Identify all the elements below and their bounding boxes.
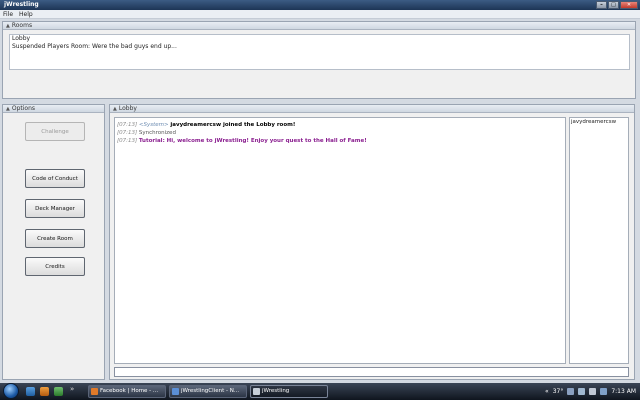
app-icon[interactable] bbox=[54, 387, 63, 396]
options-panel-title: Options bbox=[11, 104, 36, 112]
quick-launch-more-icon[interactable]: » bbox=[70, 385, 74, 393]
window-controls: – □ ✕ bbox=[596, 1, 638, 9]
create-room-button[interactable]: Create Room bbox=[25, 229, 85, 248]
netbeans-icon bbox=[172, 388, 179, 395]
room-item-lobby[interactable]: Lobby bbox=[10, 35, 629, 43]
rooms-panel-header[interactable]: ▲ Rooms bbox=[3, 22, 635, 30]
volume-icon[interactable] bbox=[589, 388, 597, 395]
weather-temperature[interactable]: 37° bbox=[553, 388, 564, 395]
java-window-icon bbox=[253, 388, 260, 395]
options-panel-header[interactable]: ▲ Options bbox=[3, 105, 104, 113]
close-button[interactable]: ✕ bbox=[620, 1, 638, 9]
chat-timestamp: [07:13] bbox=[117, 130, 138, 136]
window-titlebar: jWrestling – □ ✕ bbox=[0, 0, 640, 10]
taskbar-item-jwrestlingclient[interactable]: jWrestlingClient - N... bbox=[169, 385, 247, 398]
menu-file[interactable]: File bbox=[0, 10, 16, 18]
collapse-triangle-icon[interactable]: ▲ bbox=[113, 105, 117, 113]
window-title: jWrestling bbox=[4, 1, 39, 8]
start-button[interactable] bbox=[3, 383, 19, 399]
lobby-panel-title: Lobby bbox=[118, 104, 137, 112]
collapse-triangle-icon[interactable]: ▲ bbox=[6, 105, 10, 113]
chat-timestamp: [07:13] bbox=[117, 122, 138, 128]
chat-message: [07:13] <System> javydreamercsw joined t… bbox=[117, 121, 563, 129]
chat-input[interactable] bbox=[114, 367, 629, 377]
minimize-button[interactable]: – bbox=[596, 1, 607, 9]
user-list[interactable]: javydreamercsw bbox=[569, 117, 629, 364]
maximize-button[interactable]: □ bbox=[608, 1, 619, 9]
taskbar-item-label: Facebook | Home - ... bbox=[100, 388, 159, 394]
network-icon[interactable] bbox=[578, 388, 586, 395]
user-list-item[interactable]: javydreamercsw bbox=[570, 118, 628, 126]
clock[interactable]: 7:13 AM bbox=[611, 388, 636, 395]
rooms-panel: ▲ Rooms Lobby Suspended Players Room: We… bbox=[2, 21, 636, 99]
challenge-button[interactable]: Challenge bbox=[25, 122, 85, 141]
chat-message: [07:13] Synchronized bbox=[117, 129, 563, 137]
taskbar-item-jwrestling[interactable]: jWrestling bbox=[250, 385, 328, 398]
chat-text: Tutorial: Hi, welcome to jWrestling! Enj… bbox=[138, 138, 367, 144]
room-item-suspended[interactable]: Suspended Players Room: Were the bad guy… bbox=[10, 43, 629, 51]
messenger-icon[interactable] bbox=[567, 388, 575, 395]
lobby-panel-header[interactable]: ▲ Lobby bbox=[110, 105, 634, 113]
menu-help[interactable]: Help bbox=[16, 10, 36, 18]
chat-text: javydreamercsw joined the Lobby room! bbox=[170, 122, 296, 128]
show-desktop-icon[interactable] bbox=[26, 387, 35, 396]
tray-expand-icon[interactable]: « bbox=[545, 388, 549, 395]
monitor-icon[interactable] bbox=[600, 388, 608, 395]
chat-timestamp: [07:13] bbox=[117, 138, 138, 144]
taskbar: » Facebook | Home - ... jWrestlingClient… bbox=[0, 383, 640, 400]
chat-sender: <System> bbox=[138, 122, 169, 128]
deck-manager-button[interactable]: Deck Manager bbox=[25, 199, 85, 218]
system-tray: « 37° 7:13 AM bbox=[480, 383, 640, 400]
credits-button[interactable]: Credits bbox=[25, 257, 85, 276]
collapse-triangle-icon[interactable]: ▲ bbox=[6, 22, 10, 30]
firefox-icon bbox=[91, 388, 98, 395]
rooms-list[interactable]: Lobby Suspended Players Room: Were the b… bbox=[9, 34, 630, 70]
chat-text: Synchronized bbox=[138, 130, 176, 136]
browser-icon[interactable] bbox=[40, 387, 49, 396]
taskbar-item-label: jWrestlingClient - N... bbox=[181, 388, 240, 394]
lobby-panel: ▲ Lobby [07:13] <System> javydreamercsw … bbox=[109, 104, 635, 380]
menu-bar: File Help bbox=[0, 10, 640, 19]
code-of-conduct-button[interactable]: Code of Conduct bbox=[25, 169, 85, 188]
chat-message: [07:13] Tutorial: Hi, welcome to jWrestl… bbox=[117, 137, 563, 145]
chat-log[interactable]: [07:13] <System> javydreamercsw joined t… bbox=[114, 117, 566, 364]
taskbar-item-label: jWrestling bbox=[262, 388, 290, 394]
rooms-panel-title: Rooms bbox=[11, 21, 33, 29]
taskbar-item-facebook[interactable]: Facebook | Home - ... bbox=[88, 385, 166, 398]
options-panel: ▲ Options Challenge Code of Conduct Deck… bbox=[2, 104, 105, 380]
